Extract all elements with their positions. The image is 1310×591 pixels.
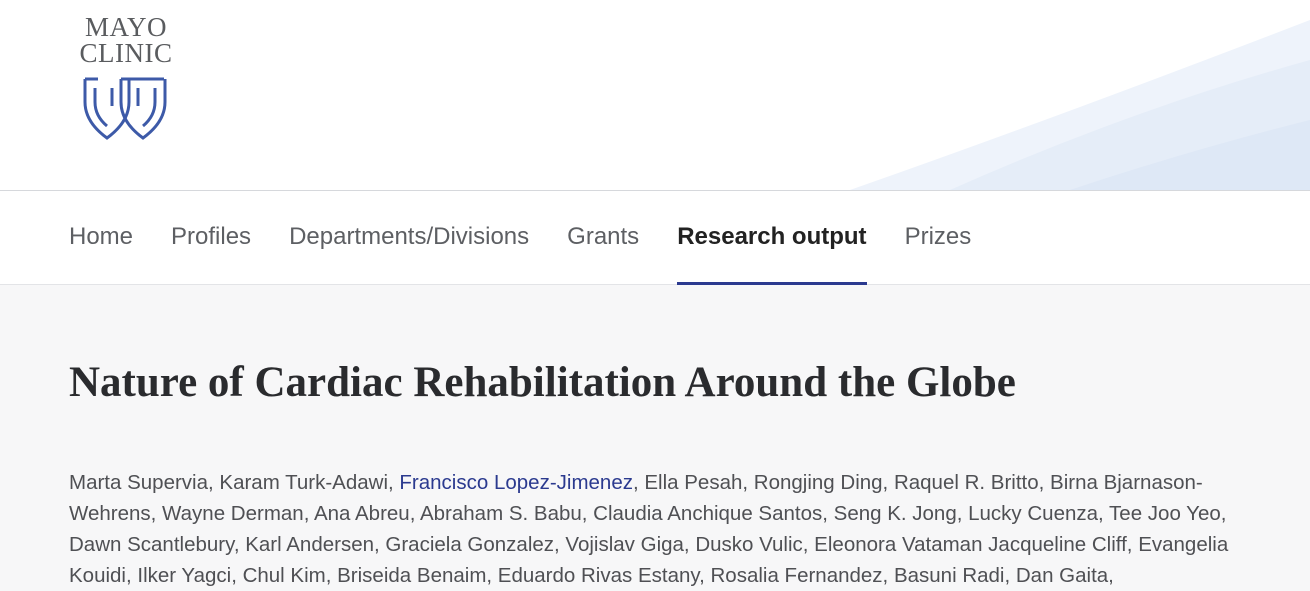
header-background-swoosh — [850, 20, 1310, 190]
logo-text-line-1: MAYO — [84, 12, 168, 42]
authors-lead: Marta Supervia, Karam Turk-Adawi, — [69, 470, 400, 494]
nav-item-prizes[interactable]: Prizes — [905, 191, 972, 284]
nav-item-home[interactable]: Home — [69, 191, 133, 284]
author-link-francisco-lopez-jimenez[interactable]: Francisco Lopez-Jimenez — [399, 471, 633, 494]
publication-title: Nature of Cardiac Rehabilitation Around … — [69, 359, 1016, 406]
mayo-clinic-logo[interactable]: MAYO CLINIC — [66, 14, 186, 146]
nav-list: Home Profiles Departments/Divisions Gran… — [69, 191, 1009, 285]
logo-text-line-2: CLINIC — [79, 38, 173, 68]
nav-item-departments-divisions[interactable]: Departments/Divisions — [289, 191, 529, 284]
nav-item-profiles[interactable]: Profiles — [171, 191, 251, 284]
author-list: Marta Supervia, Karam Turk-Adawi, Franci… — [69, 467, 1284, 591]
nav-item-research-output[interactable]: Research output — [677, 191, 867, 285]
site-header: MAYO CLINIC — [0, 0, 1310, 191]
main-navigation: Home Profiles Departments/Divisions Gran… — [0, 191, 1310, 285]
mayo-shields-icon — [83, 77, 167, 140]
nav-item-grants[interactable]: Grants — [567, 191, 639, 284]
